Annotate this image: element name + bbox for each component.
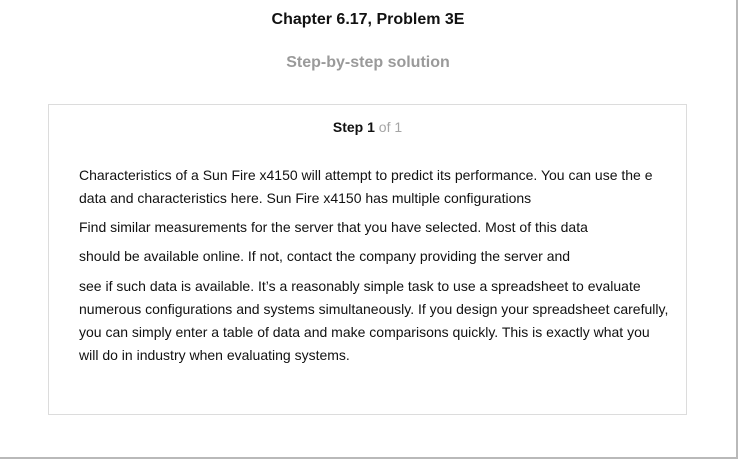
step-paragraph: should be available online. If not, cont… [79,248,571,264]
step-total: of 1 [378,119,403,135]
step-paragraph: see if such data is available. It’s a re… [79,278,669,363]
chapter-title: Chapter 6.17, Problem 3E [271,11,465,28]
step-card: Step 1 of 1 Characteristics of a Sun Fir… [48,104,687,415]
step-label: Step [332,119,364,135]
step-paragraph: Find similar measurements for the server… [79,219,588,235]
step-paragraph: Characteristics of a Sun Fire x4150 will… [79,167,653,206]
step-number: 1 [367,119,375,135]
solution-subtitle: Step-by-step solution [286,54,450,71]
step-header: Step 1 of 1 [49,119,686,135]
